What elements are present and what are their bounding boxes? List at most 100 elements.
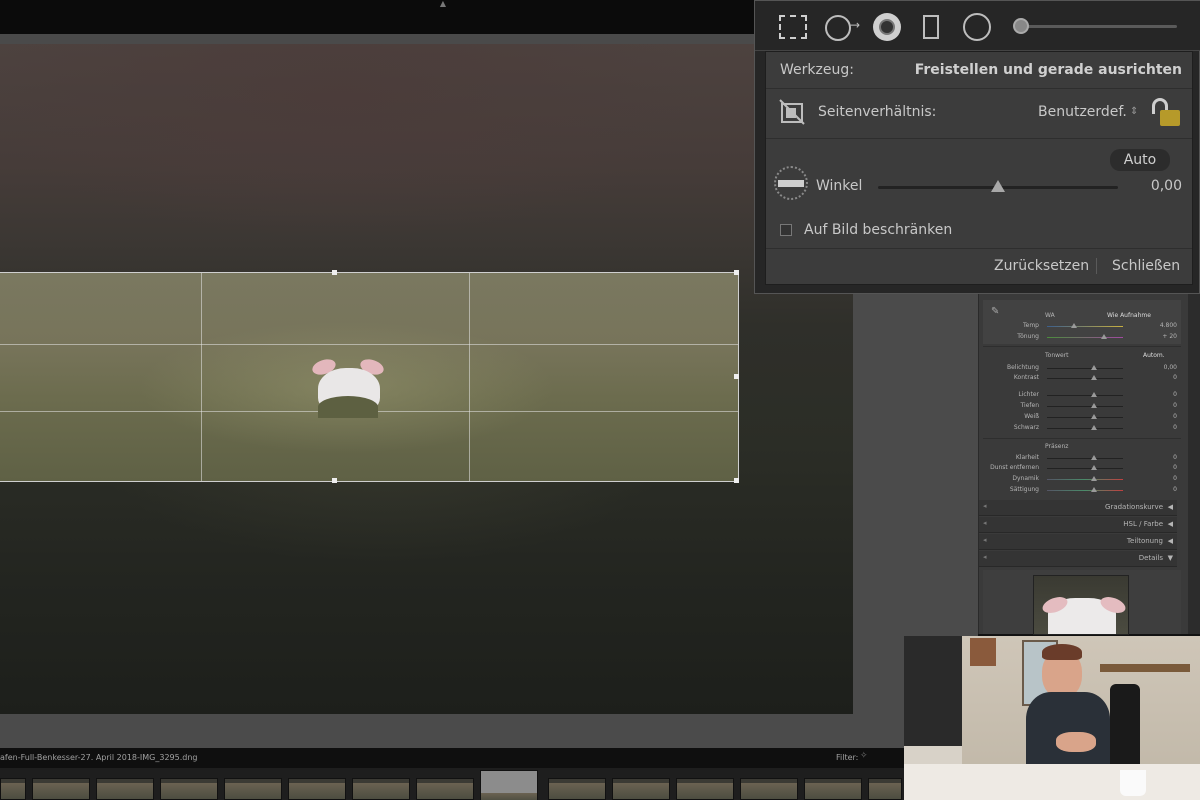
slider-value[interactable]: 0 xyxy=(1173,486,1177,493)
slider-track[interactable] xyxy=(1047,417,1123,418)
slider-knob[interactable] xyxy=(1091,365,1097,370)
slider-row[interactable]: Lichter 0 xyxy=(983,391,1177,401)
filmstrip-thumbnail[interactable] xyxy=(804,778,862,800)
top-panel-toggle-icon[interactable]: ▲ xyxy=(438,0,448,8)
slider-value[interactable]: 0 xyxy=(1173,391,1177,398)
slider-track[interactable] xyxy=(1047,337,1123,338)
slider-row[interactable]: Dunst entfernen 0 xyxy=(983,464,1177,474)
angle-slider-knob[interactable] xyxy=(991,180,1005,192)
right-panel-scrollbar[interactable] xyxy=(1188,294,1200,634)
slider-row[interactable]: Tönung + 20 xyxy=(983,333,1177,343)
filmstrip-thumbnail[interactable] xyxy=(96,778,154,800)
slider-row[interactable]: Sättigung 0 xyxy=(983,486,1177,496)
radial-filter-icon[interactable] xyxy=(963,13,991,41)
filmstrip-thumbnail[interactable] xyxy=(868,778,902,800)
slider-track[interactable] xyxy=(1047,368,1123,369)
red-eye-icon[interactable] xyxy=(873,13,901,41)
eyedropper-icon[interactable]: ✎ xyxy=(991,306,999,317)
filmstrip-path[interactable]: afen-Full-Benkesser-27. April 2018-IMG_3… xyxy=(0,753,197,762)
filmstrip-thumbnail[interactable] xyxy=(288,778,346,800)
slider-track[interactable] xyxy=(1047,490,1123,491)
straighten-level-icon[interactable] xyxy=(774,166,808,200)
slider-value[interactable]: 4.800 xyxy=(1160,322,1177,329)
slider-row[interactable]: Kontrast 0 xyxy=(983,374,1177,384)
collapse-arrow-icon[interactable]: ◀ xyxy=(1168,503,1173,511)
constrain-to-image-checkbox[interactable] xyxy=(780,224,792,236)
filmstrip-thumbnail[interactable] xyxy=(32,778,90,800)
slider-track[interactable] xyxy=(1047,479,1123,480)
crop-handle-top-right[interactable] xyxy=(734,270,739,275)
crop-overlay-icon[interactable] xyxy=(779,15,807,39)
collapse-arrow-icon[interactable]: ▼ xyxy=(1168,554,1173,562)
slider-track[interactable] xyxy=(1047,468,1123,469)
slider-value[interactable]: 0 xyxy=(1173,402,1177,409)
slider-track[interactable] xyxy=(1047,428,1123,429)
slider-knob[interactable] xyxy=(1091,455,1097,460)
aspect-ratio-select-arrow-icon[interactable]: ⇕ xyxy=(1130,106,1138,117)
section-details[interactable]: ◂ Details ▼ xyxy=(979,551,1177,567)
section-toggle-icon[interactable]: ◂ xyxy=(983,553,987,561)
section-hsl[interactable]: ◂ HSL / Farbe ◀ xyxy=(979,517,1177,533)
winkel-value[interactable]: 0,00 xyxy=(1151,178,1182,194)
filmstrip-thumbnail-selected[interactable] xyxy=(480,770,538,800)
slider-track[interactable] xyxy=(1047,406,1123,407)
slider-knob[interactable] xyxy=(1091,487,1097,492)
slider-knob[interactable] xyxy=(1091,403,1097,408)
section-gradationskurve[interactable]: ◂ Gradationskurve ◀ xyxy=(979,500,1177,516)
crop-handle-right[interactable] xyxy=(734,374,739,379)
slider-knob[interactable] xyxy=(1071,323,1077,328)
slider-knob[interactable] xyxy=(1091,375,1097,380)
slider-knob[interactable] xyxy=(1091,414,1097,419)
slider-row[interactable]: Dynamik 0 xyxy=(983,475,1177,485)
slider-value[interactable]: 0,00 xyxy=(1164,364,1177,371)
slider-row[interactable]: Klarheit 0 xyxy=(983,454,1177,464)
slider-knob[interactable] xyxy=(1091,425,1097,430)
filmstrip-thumbnail[interactable] xyxy=(224,778,282,800)
slider-value[interactable]: 0 xyxy=(1173,374,1177,381)
section-toggle-icon[interactable]: ◂ xyxy=(983,502,987,510)
adjustment-brush-slider[interactable] xyxy=(1017,25,1177,28)
section-teiltonung[interactable]: ◂ Teiltonung ◀ xyxy=(979,534,1177,550)
slider-knob[interactable] xyxy=(1091,476,1097,481)
filmstrip-thumbnail[interactable] xyxy=(352,778,410,800)
slider-row[interactable]: Temp 4.800 xyxy=(983,322,1177,332)
filter-lock-icon[interactable]: ✧ xyxy=(860,751,868,761)
slider-track[interactable] xyxy=(1047,395,1123,396)
filmstrip-thumbnail[interactable] xyxy=(740,778,798,800)
aspect-ratio-select[interactable]: Benutzerdef. xyxy=(1038,104,1127,120)
spot-removal-icon[interactable] xyxy=(825,15,851,41)
slider-row[interactable]: Tiefen 0 xyxy=(983,402,1177,412)
filmstrip-thumbnail[interactable] xyxy=(548,778,606,800)
collapse-arrow-icon[interactable]: ◀ xyxy=(1168,537,1173,545)
filmstrip-thumbnail[interactable] xyxy=(0,778,26,800)
filmstrip-thumbnail[interactable] xyxy=(612,778,670,800)
slider-value[interactable]: + 20 xyxy=(1162,333,1177,340)
slider-track[interactable] xyxy=(1047,378,1123,379)
reset-button[interactable]: Zurücksetzen xyxy=(994,258,1089,274)
detail-preview-thumbnail[interactable] xyxy=(1033,575,1129,635)
slider-row[interactable]: Belichtung 0,00 xyxy=(983,364,1177,374)
slider-value[interactable]: 0 xyxy=(1173,413,1177,420)
auto-straighten-button[interactable]: Auto xyxy=(1110,149,1170,171)
lock-icon[interactable] xyxy=(1150,98,1180,128)
slider-row[interactable]: Weiß 0 xyxy=(983,413,1177,423)
close-button[interactable]: Schließen xyxy=(1112,258,1180,274)
slider-track[interactable] xyxy=(1047,326,1123,327)
slider-knob[interactable] xyxy=(1101,334,1107,339)
crop-handle-bottom-right[interactable] xyxy=(734,478,739,483)
filmstrip-thumbnail[interactable] xyxy=(416,778,474,800)
tonwert-auto-button[interactable]: Autom. xyxy=(1143,352,1165,359)
slider-knob[interactable] xyxy=(1091,465,1097,470)
slider-value[interactable]: 0 xyxy=(1173,424,1177,431)
slider-row[interactable]: Schwarz 0 xyxy=(983,424,1177,434)
slider-knob[interactable] xyxy=(1091,392,1097,397)
slider-value[interactable]: 0 xyxy=(1173,454,1177,461)
filmstrip-thumbnail[interactable] xyxy=(160,778,218,800)
crop-handle-bottom[interactable] xyxy=(332,478,337,483)
graduated-filter-icon[interactable] xyxy=(923,15,939,39)
slider-value[interactable]: 0 xyxy=(1173,464,1177,471)
section-toggle-icon[interactable]: ◂ xyxy=(983,519,987,527)
section-toggle-icon[interactable]: ◂ xyxy=(983,536,987,544)
aspect-ratio-icon[interactable] xyxy=(778,98,806,126)
constrain-to-image-label[interactable]: Auf Bild beschränken xyxy=(804,222,952,238)
